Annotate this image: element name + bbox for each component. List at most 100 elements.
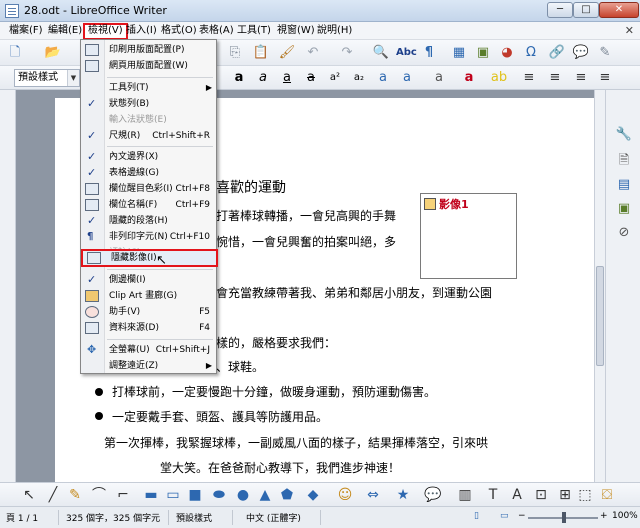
view-menu-navigator[interactable]: 助手(V) F5: [81, 304, 216, 320]
bezier-curve-icon[interactable]: ⌒: [90, 486, 108, 504]
view-menu-full-screen[interactable]: ✥ 全螢幕(U) Ctrl+Shift+J: [81, 342, 216, 358]
triangle-icon[interactable]: ▲: [256, 486, 274, 504]
view-menu-clipart-gallery[interactable]: Clip Art 畫廊(G): [81, 288, 216, 304]
navigator-icon[interactable]: ⊘: [615, 224, 633, 242]
ellipse-icon[interactable]: ⬬: [210, 486, 228, 504]
vertical-scrollbar[interactable]: [594, 90, 605, 482]
view-menu-text-boundaries[interactable]: ✓ 內文邊界(X): [81, 149, 216, 165]
underline-icon[interactable]: a: [278, 69, 296, 87]
strikethrough-icon[interactable]: a: [302, 69, 320, 87]
clear-formatting-icon[interactable]: a: [430, 69, 448, 87]
spelling-icon[interactable]: Abc: [396, 44, 417, 62]
new-document-icon[interactable]: 🗋: [6, 44, 24, 62]
special-character-icon[interactable]: Ω: [522, 44, 540, 62]
page-style[interactable]: 預設樣式: [176, 511, 212, 524]
scrollbar-thumb[interactable]: [596, 266, 604, 366]
paste-icon[interactable]: 📋: [252, 44, 270, 62]
view-menu-field-names[interactable]: 欄位名稱(F) Ctrl+F9: [81, 197, 216, 213]
table-icon[interactable]: ▦: [450, 44, 468, 62]
view-menu-web-layout[interactable]: 網頁用版面配置(W): [81, 58, 216, 74]
square-icon[interactable]: ■: [186, 486, 204, 504]
rectangle-icon[interactable]: ▬: [142, 486, 160, 504]
copy-icon[interactable]: ⎘: [226, 44, 244, 62]
styles-icon[interactable]: ▤: [615, 176, 633, 194]
image-placeholder-frame[interactable]: 影像1: [420, 193, 517, 279]
bold-icon[interactable]: a: [230, 69, 248, 87]
menu-file[interactable]: 檔案(F): [6, 24, 46, 39]
zoom-slider-knob[interactable]: [562, 512, 566, 523]
document-line[interactable]: 堂大笑。在爸爸耐心教導下，我們進步神速！: [160, 459, 400, 476]
view-menu-zoom[interactable]: 調整遠近(Z) ▶: [81, 358, 216, 374]
glue-points-icon[interactable]: ⊞: [556, 486, 574, 504]
menu-edit[interactable]: 編輯(E): [45, 24, 85, 39]
pentagon-icon[interactable]: ⬟: [278, 486, 296, 504]
justify-icon[interactable]: ≡: [596, 69, 614, 87]
view-menu-rulers[interactable]: ✓ 尺規(R) Ctrl+Shift+R: [81, 128, 216, 144]
menu-table[interactable]: 表格(A): [196, 24, 237, 39]
find-replace-icon[interactable]: 🔍: [372, 44, 390, 62]
chevron-down-icon[interactable]: ▼: [67, 70, 79, 86]
text-language[interactable]: 中文 (正體字): [246, 511, 301, 524]
book-view-icon[interactable]: ▭: [500, 511, 509, 521]
align-left-icon[interactable]: ≡: [520, 69, 538, 87]
document-line[interactable]: 樣的，嚴格要求我們：: [216, 334, 336, 351]
formatting-marks-icon[interactable]: ¶: [420, 44, 438, 62]
menu-insert[interactable]: 插入(I): [123, 24, 160, 39]
arrows-icon[interactable]: ⇔: [364, 486, 382, 504]
italic-icon[interactable]: a: [254, 69, 272, 87]
maximize-button[interactable]: □: [573, 2, 599, 18]
diamond-icon[interactable]: ◆: [304, 486, 322, 504]
close-document-icon[interactable]: ✕: [625, 24, 634, 37]
shadow-icon[interactable]: a: [374, 69, 392, 87]
view-menu-status-bar[interactable]: ✓ 狀態列(B): [81, 96, 216, 112]
document-line[interactable]: 惋惜，一會兒興奮的拍案叫絕，多: [216, 233, 396, 250]
view-menu-hidden-paragraphs[interactable]: ✓ 隱藏的段落(H): [81, 213, 216, 229]
comment-icon[interactable]: 💬: [572, 44, 590, 62]
text-box-icon[interactable]: T: [484, 486, 502, 504]
document-line[interactable]: 會充當教練帶著我、弟弟和鄰居小朋友，到運動公園: [216, 284, 492, 301]
highlighting-icon[interactable]: ab: [490, 69, 508, 87]
document-line[interactable]: 第一次揮棒，我緊握球棒，一副威風八面的樣子，結果揮棒落空，引來哄: [104, 434, 488, 451]
align-objects-icon[interactable]: ▥: [456, 486, 474, 504]
hyperlink-icon[interactable]: 🔗: [548, 44, 566, 62]
close-window-button[interactable]: ✕: [599, 2, 639, 18]
chart-icon[interactable]: ◕: [498, 44, 516, 62]
smiley-icon[interactable]: ☺: [336, 486, 354, 504]
word-count[interactable]: 325 個字，325 個字元: [66, 511, 160, 524]
view-menu-table-boundaries[interactable]: ✓ 表格邊線(G): [81, 165, 216, 181]
properties-wrench-icon[interactable]: 🔧: [615, 126, 633, 144]
document-heading[interactable]: 喜歡的運動: [216, 177, 286, 197]
callout-icon[interactable]: 💬: [424, 486, 442, 504]
align-center-icon[interactable]: ≡: [546, 69, 564, 87]
fontwork-gallery-icon[interactable]: ⛋: [598, 486, 616, 504]
view-menu-hide-images[interactable]: 隱藏影像(I): [81, 249, 218, 267]
zoom-in-icon[interactable]: +: [600, 511, 608, 521]
view-menu-sidebar[interactable]: ✓ 側邊欄(I): [81, 272, 216, 288]
paragraph-style-combo[interactable]: 預設樣式 ▼: [14, 69, 80, 87]
outline-icon[interactable]: a: [398, 69, 416, 87]
rounded-rectangle-icon[interactable]: ▭: [164, 486, 182, 504]
view-menu-toolbars[interactable]: 工具列(T) ▶: [81, 80, 216, 96]
open-folder-icon[interactable]: 📂: [44, 44, 62, 62]
page-icon[interactable]: 🗎: [615, 152, 633, 170]
document-line[interactable]: 打著棒球轉播，一會兒高興的手舞: [216, 207, 396, 224]
image-icon[interactable]: ▣: [474, 44, 492, 62]
zoom-level[interactable]: 100%: [612, 511, 638, 521]
document-line[interactable]: 一定要戴手套、頭盔、護具等防護用品。: [112, 408, 328, 425]
menu-tools[interactable]: 工具(T): [234, 24, 274, 39]
undo-icon[interactable]: ↶: [304, 44, 322, 62]
circle-icon[interactable]: ●: [234, 486, 252, 504]
menu-format[interactable]: 格式(O): [158, 24, 200, 39]
extrusion-icon[interactable]: ⬚: [576, 486, 594, 504]
page-count[interactable]: 頁 1 / 1: [6, 511, 38, 524]
menu-window[interactable]: 視窗(W): [274, 24, 318, 39]
zoom-out-icon[interactable]: −: [518, 511, 526, 521]
gallery-icon[interactable]: ▣: [615, 200, 633, 218]
star-icon[interactable]: ★: [394, 486, 412, 504]
superscript-icon[interactable]: a²: [326, 69, 344, 87]
align-right-icon[interactable]: ≡: [572, 69, 590, 87]
freeform-line-icon[interactable]: ✎: [66, 486, 84, 504]
minimize-button[interactable]: ─: [547, 2, 573, 18]
fontwork-icon[interactable]: A: [508, 486, 526, 504]
view-menu-data-sources[interactable]: 資料來源(D) F4: [81, 320, 216, 336]
